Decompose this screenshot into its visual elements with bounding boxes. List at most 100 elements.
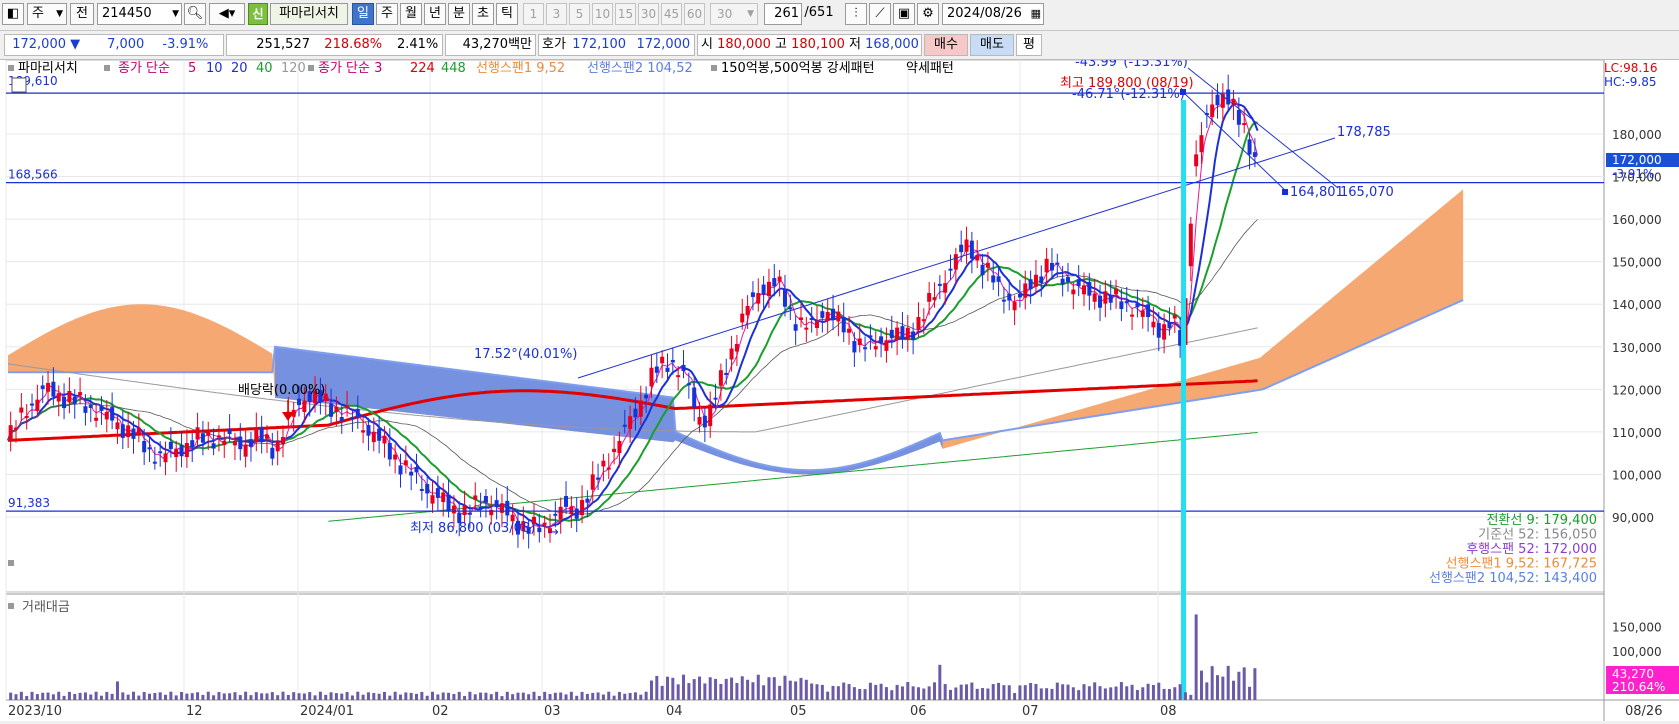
volume-bar (607, 691, 611, 700)
tab-week[interactable]: 주 (376, 3, 398, 25)
interval-input[interactable]: 30 ▼ (710, 3, 758, 25)
volume-bar (1253, 668, 1257, 700)
volume-bar (719, 684, 723, 700)
tab-tick[interactable]: 틱 (496, 3, 518, 25)
candle-body (927, 293, 932, 302)
volume-bar (820, 684, 824, 700)
minute-option[interactable]: 60 (684, 3, 705, 25)
trade-value: 43,270백만 (445, 34, 536, 56)
volume-tick-label: 150,000 (1612, 621, 1662, 635)
ohl-box: 시 180,000 고 180,100 저 168,000 (697, 34, 922, 56)
buy-button[interactable]: 매수 (924, 34, 968, 56)
volume-bar (25, 696, 29, 700)
volume-bar (457, 691, 461, 700)
legend-pattern: 150억봉,500억봉 강세패턴 (721, 61, 875, 76)
tab-minute[interactable]: 분 (448, 3, 470, 25)
volume-bar (981, 688, 985, 700)
candle-body (569, 506, 574, 515)
volume-bar (447, 692, 451, 700)
legend: 파마리서치 종가 단순 5 10 20 40 120 종가 단순 3 224 4… (8, 60, 954, 76)
stock-code-input[interactable]: 214450 ▼ (97, 3, 182, 25)
minute-option[interactable]: 30 (638, 3, 659, 25)
volume-bar (842, 682, 846, 700)
volume-bar (1066, 684, 1070, 700)
tab-day[interactable]: 일 (352, 3, 374, 25)
volume-bar (836, 686, 840, 700)
candle-type-icon[interactable]: ⫶ (845, 3, 867, 25)
volume-bar (997, 682, 1001, 700)
calendar-icon[interactable] (11, 77, 27, 93)
tab-month[interactable]: 월 (400, 3, 422, 25)
sell-button[interactable]: 매도 (970, 34, 1014, 56)
date-input[interactable]: 2024/08/26 ▦ (942, 3, 1044, 25)
candle-body (996, 276, 1001, 282)
gear-icon[interactable]: ⚙ (917, 3, 939, 25)
minute-option[interactable]: 5 (569, 3, 590, 25)
candle-body (350, 417, 355, 420)
line-tool-icon[interactable]: ⟋ (869, 3, 891, 25)
eval-button[interactable]: 평 (1016, 34, 1042, 56)
volume-bar (340, 693, 344, 700)
candle-body (46, 382, 51, 392)
legend-ma40: 40 (256, 61, 273, 76)
candle-body (1188, 223, 1193, 267)
candle-body (692, 387, 697, 408)
volume-bar (815, 684, 819, 700)
candle-body (254, 427, 259, 443)
dividend-label: 배당락(0.00%) (238, 383, 325, 398)
y-tick-label: 150,000 (1612, 256, 1662, 270)
candle-body (665, 367, 670, 372)
candle-body (446, 494, 451, 511)
down-end-label-2: 165,070 (1340, 185, 1394, 200)
x-tick-label: 2023/10 (8, 704, 62, 719)
search-icon[interactable]: 🔍︎ (184, 3, 206, 25)
volume-bar (1119, 682, 1123, 700)
tab-second[interactable]: 초 (472, 3, 494, 25)
legend-ma20: 20 (231, 61, 248, 76)
candle-body (889, 329, 894, 339)
candle-body (1017, 293, 1022, 298)
volume-bar (1039, 688, 1043, 700)
speaker-icon[interactable]: ◀▾ (209, 3, 245, 25)
stock-chart[interactable]: 2023/10 12 2024/01 02 03 04 05 06 07 08 08/26 90,0… (0, 55, 1679, 721)
ichimoku-value: 전환선 9: 179,400 (1486, 513, 1597, 528)
candle-body (863, 347, 868, 350)
chart-area[interactable]: 2023/10 12 2024/01 02 03 04 05 06 07 08 08/26 90,0… (0, 55, 1679, 721)
volume-bar (292, 692, 296, 700)
volume-bar (826, 691, 830, 700)
minute-option[interactable]: 45 (661, 3, 682, 25)
period-select[interactable]: 주 ▼ (27, 3, 67, 25)
candle-body (104, 411, 109, 420)
cursor-line[interactable] (1181, 100, 1186, 700)
layout-icon[interactable]: ◧ (2, 3, 24, 25)
candle-body (14, 427, 19, 430)
candle-body (676, 375, 681, 378)
volume-bar (500, 696, 504, 700)
minute-option[interactable]: 3 (546, 3, 567, 25)
calendar-icon[interactable]: ▦ (1031, 4, 1041, 24)
period-select-value: 주 (32, 6, 44, 21)
bar-count-input[interactable]: 261 (764, 3, 802, 25)
legend-stock-name: 파마리서치 (18, 61, 78, 76)
minute-option[interactable]: 1 (523, 3, 544, 25)
volume-bar (559, 692, 563, 700)
volume-bar (169, 691, 173, 700)
minute-option[interactable]: 15 (615, 3, 636, 25)
candle-body (483, 495, 488, 503)
candle-body (355, 408, 360, 418)
volume-bar (313, 695, 317, 700)
volume-bar (858, 688, 862, 700)
candle-body (281, 437, 286, 445)
minute-option[interactable]: 10 (592, 3, 613, 25)
save-icon[interactable]: ▣ (893, 3, 915, 25)
volume-bar (756, 674, 760, 700)
candle-body (937, 283, 942, 286)
candle-body (195, 427, 200, 440)
tab-year[interactable]: 년 (424, 3, 446, 25)
prev-button[interactable]: 전 (70, 3, 94, 25)
candle-body (681, 364, 686, 371)
volume-bar (884, 687, 888, 700)
volume-bar (164, 694, 168, 700)
legend-ma5: 5 (188, 61, 196, 76)
volume-bar (810, 683, 814, 700)
